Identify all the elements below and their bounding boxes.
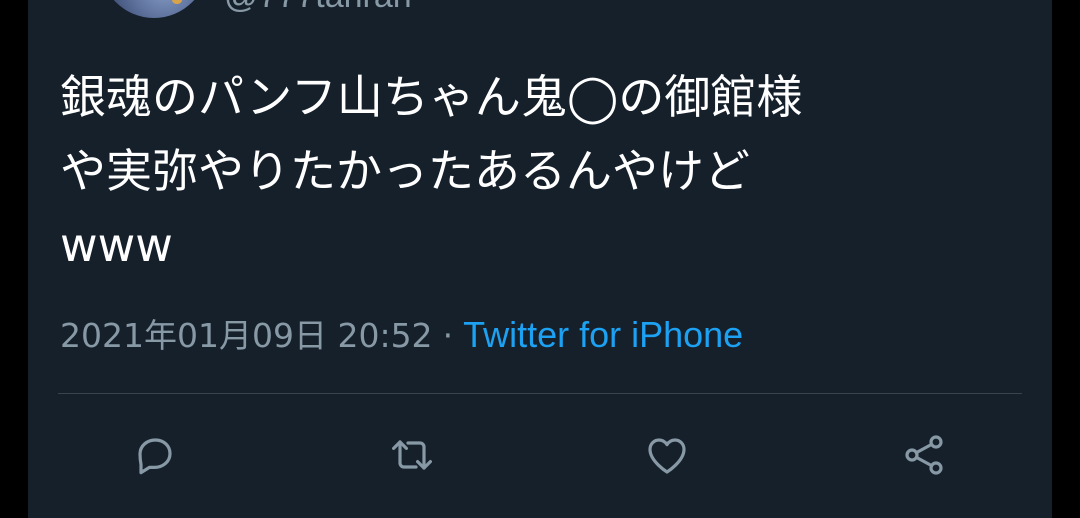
reply-button[interactable] [125, 425, 185, 485]
retweet-icon [392, 440, 432, 470]
share-button[interactable] [894, 425, 954, 485]
retweet-button[interactable] [382, 425, 442, 485]
tweet-text: 銀魂のパンフ山ちゃん鬼◯の御館様 や実弥やりたかったあるんやけど www [60, 70, 803, 272]
divider [58, 393, 1022, 394]
tweet-meta: 2021年01月09日 20:52 · Twitter for iPhone [60, 312, 743, 359]
tweet-source-link[interactable]: Twitter for iPhone [463, 314, 743, 355]
heart-icon [648, 438, 686, 474]
like-button[interactable] [637, 425, 697, 485]
avatar-detail [172, 0, 182, 4]
action-bar [28, 425, 1052, 485]
share-icon [905, 435, 943, 475]
reply-icon [138, 438, 172, 475]
tweet-timestamp: 2021年01月09日 20:52 [60, 316, 433, 355]
meta-separator: · [442, 316, 454, 355]
user-handle[interactable]: @777tanran [224, 0, 412, 16]
tweet-detail: @777tanran 銀魂のパンフ山ちゃん鬼◯の御館様 や実弥やりたかったあるん… [28, 0, 1052, 518]
avatar[interactable] [100, 0, 208, 18]
screen: @777tanran 銀魂のパンフ山ちゃん鬼◯の御館様 や実弥やりたかったあるん… [0, 0, 1080, 518]
